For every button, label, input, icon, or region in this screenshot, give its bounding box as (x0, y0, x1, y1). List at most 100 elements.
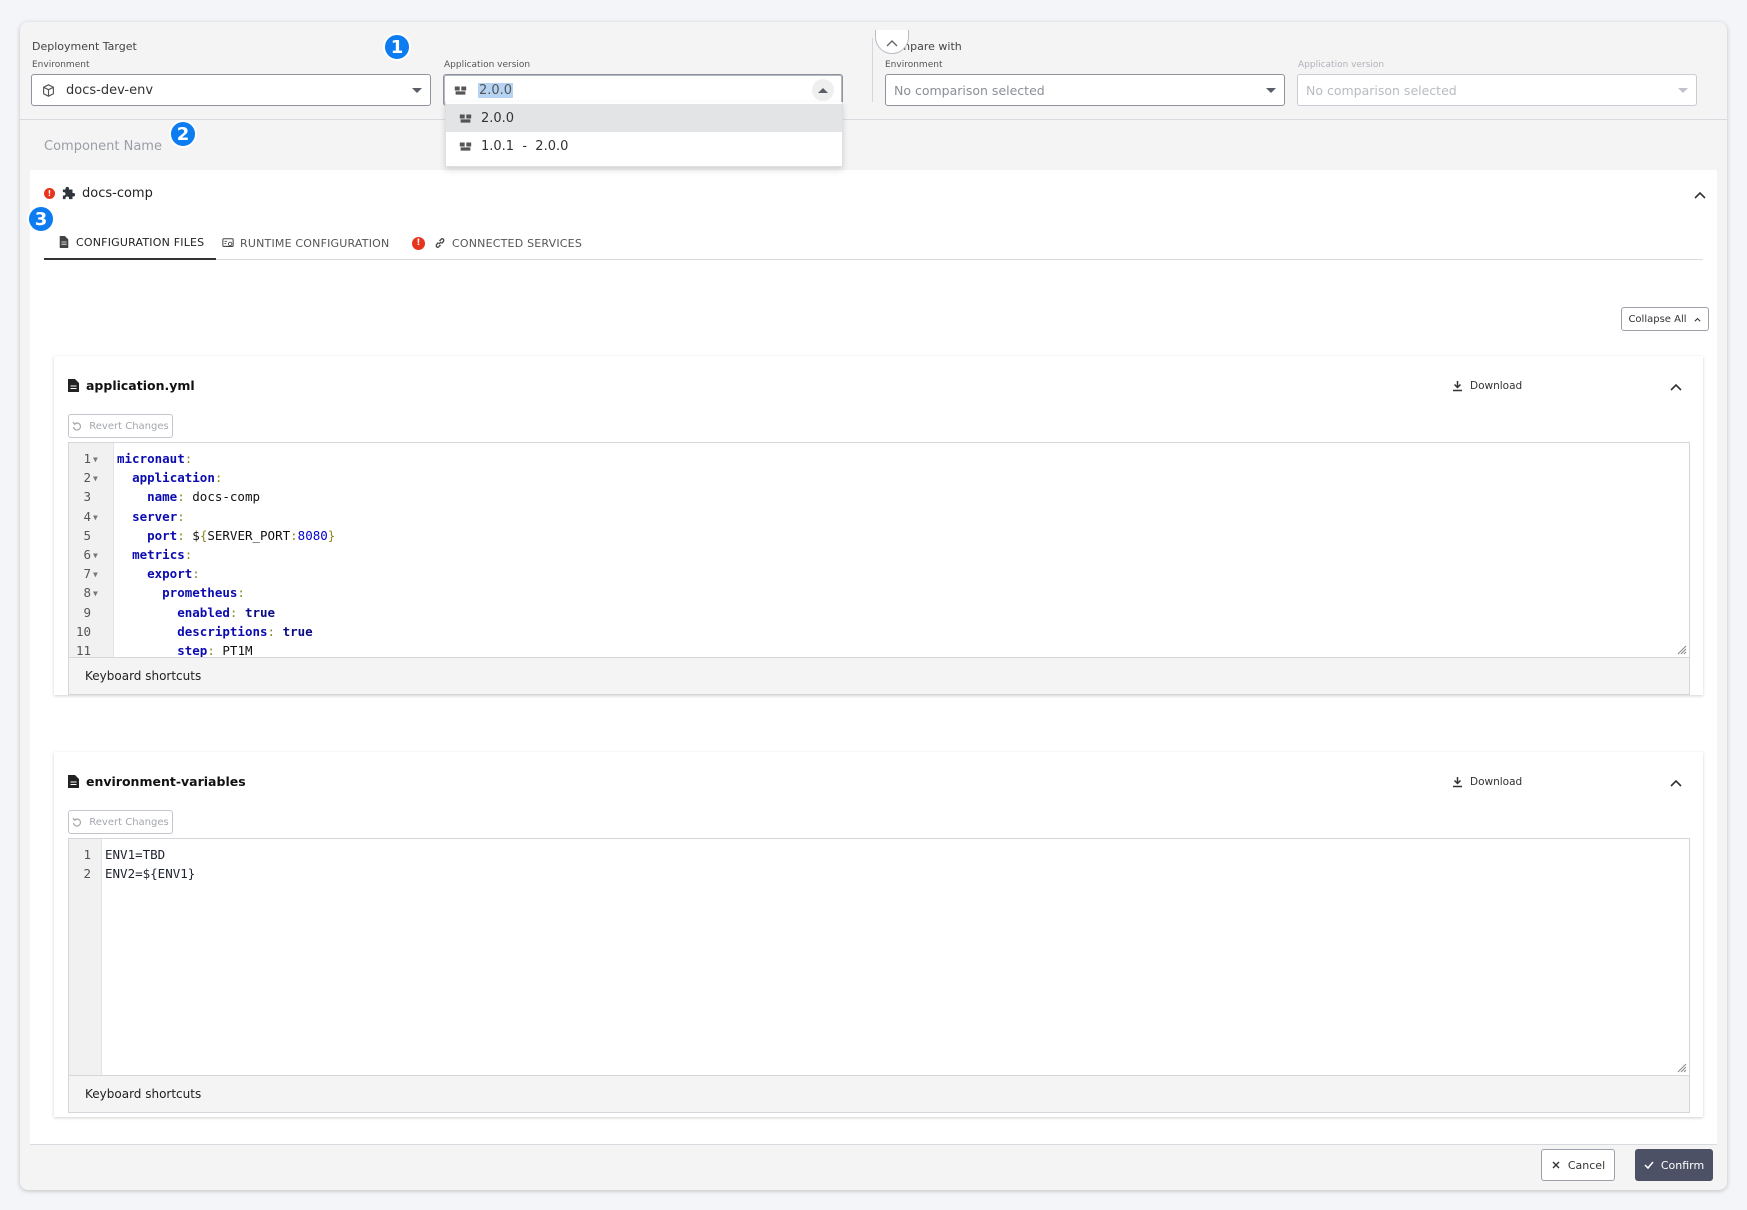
keyboard-shortcuts-label: Keyboard shortcuts (85, 669, 202, 683)
revert-label: Revert Changes (89, 816, 169, 828)
chevron-up-icon[interactable] (1669, 775, 1683, 789)
file-name: application.yml (86, 378, 195, 393)
download-icon (1453, 776, 1462, 787)
tab-connected-services[interactable]: ! CONNECTED SERVICES (412, 226, 582, 260)
resize-handle-icon[interactable] (1677, 1063, 1687, 1073)
file-icon (68, 775, 79, 788)
header-bar: Deployment Target Environment docs-dev-e… (20, 22, 1727, 120)
close-icon (1552, 1161, 1560, 1169)
link-icon (435, 238, 445, 248)
file-icon (68, 379, 79, 392)
fold-toggle-icon[interactable]: ▼ (93, 584, 98, 603)
keyboard-shortcuts-bar[interactable]: Keyboard shortcuts (68, 1076, 1690, 1113)
fold-toggle-icon[interactable]: ▼ (93, 546, 98, 565)
tab-label: CONFIGURATION FILES (76, 235, 205, 249)
keyboard-shortcuts-label: Keyboard shortcuts (85, 1087, 202, 1101)
error-icon: ! (44, 188, 55, 199)
download-button[interactable]: Download (1452, 380, 1522, 392)
step-badge-3: 3 (27, 205, 55, 233)
chevron-up-icon (1693, 317, 1701, 322)
revert-label: Revert Changes (89, 420, 169, 432)
revert-changes-button[interactable]: Revert Changes (68, 414, 173, 438)
fold-toggle-icon[interactable]: ▼ (93, 508, 98, 527)
cancel-button[interactable]: Cancel (1541, 1149, 1615, 1181)
environment-select[interactable]: docs-dev-env (31, 74, 431, 106)
compare-environment-placeholder: No comparison selected (894, 82, 1045, 98)
file-title[interactable]: environment-variables (68, 774, 246, 789)
download-button[interactable]: Download (1452, 776, 1522, 788)
code-line: ENV2=${ENV1} (105, 866, 196, 882)
code-content[interactable]: micronaut: application: name: docs-comp … (117, 449, 335, 657)
component-name: docs-comp (82, 186, 153, 201)
deployment-target-title: Deployment Target (32, 40, 137, 53)
component-header[interactable]: ! docs-comp (30, 170, 1717, 218)
puzzle-icon (62, 186, 76, 200)
undo-icon (72, 817, 82, 827)
runtime-icon (222, 238, 234, 247)
tab-label: CONNECTED SERVICES (452, 236, 583, 250)
tab-configuration-files[interactable]: CONFIGURATION FILES (44, 226, 217, 260)
compare-environment-label: Environment (885, 60, 943, 70)
caret-down-icon (412, 87, 422, 93)
component-name-column-label: Component Name (44, 139, 162, 154)
collapse-all-button[interactable]: Collapse All (1621, 307, 1709, 331)
confirm-button[interactable]: Confirm (1635, 1149, 1713, 1181)
environment-label: Environment (32, 60, 90, 70)
step-badge-2: 2 (169, 120, 197, 148)
resize-handle-icon[interactable] (1677, 645, 1687, 655)
download-label: Download (1470, 380, 1523, 392)
chevron-up-icon[interactable] (1669, 379, 1683, 393)
code-line: ENV1=TBD (105, 847, 166, 862)
confirm-label: Confirm (1660, 1158, 1705, 1172)
chevron-up-icon[interactable] (1693, 187, 1707, 201)
collapse-all-label: Collapse All (1628, 313, 1687, 325)
app-version-dropdown: 2.0.0 1.0.1 - 2.0.0 (445, 102, 843, 167)
package-icon (452, 82, 468, 98)
version-option-label: 1.0.1 - 2.0.0 (481, 138, 569, 154)
file-panel-environment-variables: environment-variables Download Revert Ch… (54, 752, 1703, 1117)
tab-label: RUNTIME CONFIGURATION (240, 236, 390, 250)
line-gutter: 1▼ 2▼ 3 4▼ 5 6▼ 7▼ 8▼ 9 10 11 12 (69, 443, 114, 657)
error-icon: ! (412, 236, 425, 250)
fold-toggle-icon[interactable]: ▼ (93, 450, 98, 469)
download-icon (1453, 380, 1462, 391)
compare-version-label: Application version (1298, 60, 1385, 70)
version-option[interactable]: 2.0.0 (446, 104, 842, 132)
compare-version-select[interactable]: No comparison selected (1297, 74, 1697, 106)
app-version-label: Application version (444, 60, 531, 70)
file-panel-application-yml: application.yml Download Revert Changes … (54, 356, 1703, 695)
package-icon (459, 141, 472, 151)
component-tabs: CONFIGURATION FILES RUNTIME CONFIGURATIO… (44, 226, 1703, 260)
compare-environment-select[interactable]: No comparison selected (885, 74, 1285, 106)
revert-changes-button[interactable]: Revert Changes (68, 810, 173, 834)
deployment-dialog: Deployment Target Environment docs-dev-e… (20, 22, 1727, 1190)
cancel-label: Cancel (1567, 1158, 1606, 1172)
download-label: Download (1470, 776, 1523, 788)
line-gutter: 1 2 (69, 839, 102, 1075)
environment-icon (40, 82, 56, 98)
file-title[interactable]: application.yml (68, 378, 195, 393)
caret-down-icon (1678, 87, 1688, 93)
chevron-up-icon (886, 39, 898, 46)
environment-value: docs-dev-env (66, 82, 154, 98)
fold-toggle-icon[interactable]: ▼ (93, 469, 98, 488)
component-card: ! docs-comp CONFIGURATION FILES RUNTIME … (30, 170, 1717, 1145)
tab-runtime-configuration[interactable]: RUNTIME CONFIGURATION (222, 226, 389, 260)
header-divider (872, 38, 873, 102)
app-version-value[interactable]: 2.0.0 (478, 82, 514, 98)
compare-version-placeholder: No comparison selected (1306, 82, 1457, 98)
fold-toggle-icon[interactable]: ▼ (93, 565, 98, 584)
file-name: environment-variables (86, 774, 246, 789)
code-editor[interactable]: 1 2 ENV1=TBD ENV2=${ENV1} (68, 838, 1690, 1076)
version-option[interactable]: 1.0.1 - 2.0.0 (446, 132, 842, 160)
code-content[interactable]: ENV1=TBD ENV2=${ENV1} (105, 845, 195, 883)
version-option-label: 2.0.0 (481, 110, 515, 126)
file-icon (59, 236, 69, 248)
caret-up-icon[interactable] (812, 79, 834, 101)
code-editor[interactable]: 1▼ 2▼ 3 4▼ 5 6▼ 7▼ 8▼ 9 10 11 12 microna (68, 442, 1690, 658)
undo-icon (72, 421, 82, 431)
keyboard-shortcuts-bar[interactable]: Keyboard shortcuts (68, 658, 1690, 695)
check-icon (1644, 1161, 1654, 1170)
caret-down-icon (1266, 87, 1276, 93)
package-icon (459, 113, 472, 123)
